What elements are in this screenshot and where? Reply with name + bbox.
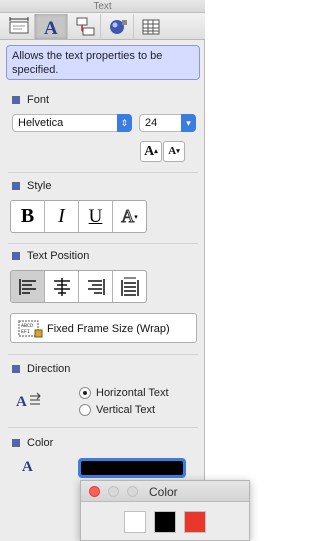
color-window-title: Color	[149, 485, 178, 499]
align-center-icon	[53, 278, 70, 296]
vertical-text-label: Vertical Text	[96, 404, 156, 416]
menu-arrow-icon: ▾	[134, 213, 138, 221]
svg-text:EFI: EFI	[21, 329, 30, 335]
fixed-frame-size-button[interactable]: ABCD EFI Fixed Frame Size (Wrap)	[10, 313, 197, 343]
font-smaller-button[interactable]: A▾	[163, 141, 185, 162]
text-color-icon: A	[22, 459, 33, 475]
chevron-down-icon: ▾	[181, 114, 196, 132]
close-button[interactable]	[89, 486, 100, 497]
svg-text:A: A	[44, 18, 58, 37]
radio-unselected-indicator	[79, 404, 91, 416]
section-marker-icon	[12, 96, 20, 104]
color-heading: Color	[27, 437, 54, 449]
swatch-white[interactable]	[124, 511, 146, 533]
align-left-icon	[18, 279, 36, 295]
text-effects-menu-button[interactable]: A▾	[113, 201, 146, 232]
title-bar: Text	[0, 0, 205, 13]
text-direction-icon: A	[16, 392, 41, 409]
table-icon	[142, 19, 160, 35]
alignment-segmented-control	[10, 270, 147, 303]
tab-geometry[interactable]	[2, 14, 35, 39]
underline-button[interactable]: U	[79, 201, 113, 232]
svg-text:A: A	[16, 394, 27, 409]
font-size-value: 24	[145, 117, 158, 129]
radio-selected-indicator	[79, 387, 91, 399]
outline-a-icon: A	[121, 206, 135, 227]
divider	[8, 243, 198, 244]
fixed-frame-lock-icon: ABCD EFI	[18, 320, 43, 338]
align-right-icon	[87, 279, 105, 295]
divider	[8, 172, 198, 173]
color-window-title-bar: Color	[81, 481, 249, 502]
zoom-button[interactable]	[127, 486, 138, 497]
bold-button[interactable]: B	[11, 201, 45, 232]
style-sphere-icon	[110, 20, 127, 34]
section-marker-icon	[12, 365, 20, 373]
section-marker-icon	[12, 182, 20, 190]
font-bigger-icon: A	[144, 144, 155, 159]
font-family-select[interactable]: Helvetica ⇕	[12, 114, 132, 132]
geometry-icon	[9, 17, 29, 34]
direction-heading: Direction	[27, 363, 71, 375]
inspector-toolbar: A	[0, 13, 205, 40]
tab-style[interactable]	[101, 14, 134, 39]
align-justify-button[interactable]	[113, 271, 146, 302]
color-window: Color	[80, 480, 250, 541]
text-inspector-panel: Text A Allows the text properties to be …	[0, 0, 205, 541]
align-right-button[interactable]	[79, 271, 113, 302]
font-size-combo[interactable]: 24 ▾	[139, 114, 196, 132]
fixed-frame-size-label: Fixed Frame Size (Wrap)	[47, 323, 170, 335]
window-title: Text	[93, 1, 112, 12]
align-center-button[interactable]	[45, 271, 79, 302]
text-color-well[interactable]	[78, 458, 186, 478]
style-heading: Style	[27, 180, 52, 192]
tab-table[interactable]	[134, 14, 167, 39]
font-heading: Font	[27, 94, 50, 106]
section-marker-icon	[12, 439, 20, 447]
minimize-button[interactable]	[108, 486, 119, 497]
tab-text[interactable]: A	[35, 14, 68, 39]
connections-icon	[76, 17, 95, 36]
arrow-up-icon: ▴	[154, 147, 158, 155]
font-bigger-button[interactable]: A▴	[140, 141, 162, 162]
text-style-segmented-control: B I U A▾	[10, 200, 147, 233]
align-justify-icon	[120, 277, 139, 296]
section-marker-icon	[12, 252, 20, 260]
align-left-button[interactable]	[11, 271, 45, 302]
text-position-heading: Text Position	[27, 250, 90, 262]
italic-button[interactable]: I	[45, 201, 79, 232]
tab-connections[interactable]	[68, 14, 101, 39]
updown-arrow-icon: ⇕	[117, 114, 132, 132]
swatch-red[interactable]	[184, 511, 206, 533]
text-tab-icon: A	[44, 18, 58, 37]
current-color-swatch	[81, 461, 183, 475]
horizontal-text-label: Horizontal Text	[96, 387, 169, 399]
arrow-down-icon: ▾	[176, 147, 180, 155]
divider	[8, 427, 198, 428]
font-family-value: Helvetica	[18, 117, 64, 129]
divider	[8, 354, 198, 355]
help-tip: Allows the text properties to be specifi…	[6, 45, 200, 80]
swatch-black[interactable]	[154, 511, 176, 533]
